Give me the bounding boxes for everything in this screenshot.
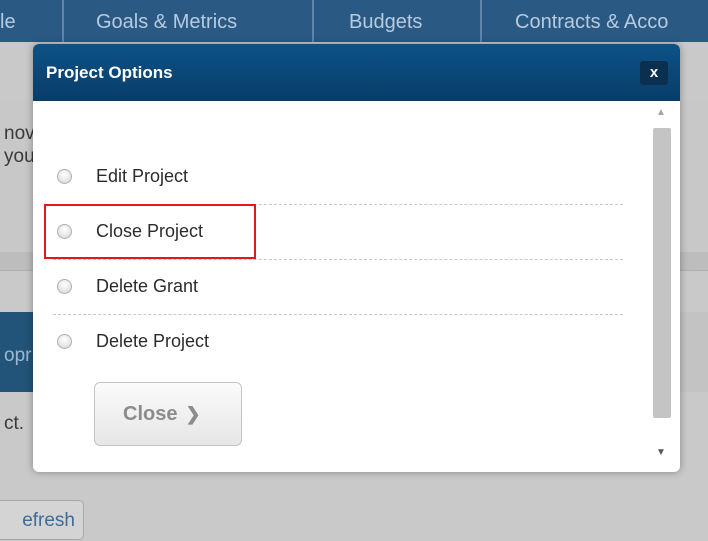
background-tab-bar: le Goals & Metrics Budgets Contracts & A… bbox=[0, 0, 708, 42]
dialog-body: Edit Project Close Project Delete Grant … bbox=[33, 101, 680, 472]
scroll-thumb[interactable] bbox=[653, 128, 671, 418]
dialog-header: Project Options x bbox=[33, 44, 680, 101]
tab-contracts[interactable]: Contracts & Acco bbox=[515, 0, 668, 42]
dialog-title: Project Options bbox=[46, 63, 173, 82]
background-text: ct. bbox=[4, 413, 25, 434]
option-delete-grant[interactable]: Delete Grant bbox=[53, 261, 623, 315]
option-label: Delete Project bbox=[96, 331, 210, 351]
tab-goals-metrics[interactable]: Goals & Metrics bbox=[96, 0, 237, 42]
tab-separator bbox=[480, 0, 482, 42]
scroll-up-icon[interactable]: ▲ bbox=[656, 107, 666, 118]
tab-budgets[interactable]: Budgets bbox=[349, 0, 422, 42]
tab-partial-left[interactable]: le bbox=[0, 0, 16, 42]
close-button-label: Close bbox=[123, 403, 178, 425]
chevron-right-icon: ❯ bbox=[185, 404, 201, 424]
background-text: you bbox=[4, 146, 35, 167]
scroll-down-icon[interactable]: ▼ bbox=[656, 447, 666, 458]
close-icon[interactable]: x bbox=[640, 61, 668, 85]
radio-button[interactable] bbox=[57, 279, 72, 294]
close-button[interactable]: Close ❯ bbox=[94, 382, 242, 446]
option-label: Edit Project bbox=[96, 166, 189, 186]
project-options-dialog: Project Options x Edit Project Close Pro… bbox=[33, 44, 680, 472]
background-text: opr bbox=[4, 345, 32, 366]
background-text: nov bbox=[4, 123, 35, 144]
scrollbar[interactable]: ▲ ▼ bbox=[653, 101, 671, 463]
tab-separator bbox=[62, 0, 64, 42]
tab-separator bbox=[312, 0, 314, 42]
radio-button[interactable] bbox=[57, 334, 72, 349]
radio-button[interactable] bbox=[57, 169, 72, 184]
background-refresh-button[interactable]: efresh bbox=[0, 500, 84, 540]
option-delete-project[interactable]: Delete Project bbox=[53, 316, 623, 370]
highlight-annotation bbox=[44, 204, 256, 259]
option-edit-project[interactable]: Edit Project bbox=[53, 151, 623, 205]
option-label: Delete Grant bbox=[96, 276, 199, 296]
